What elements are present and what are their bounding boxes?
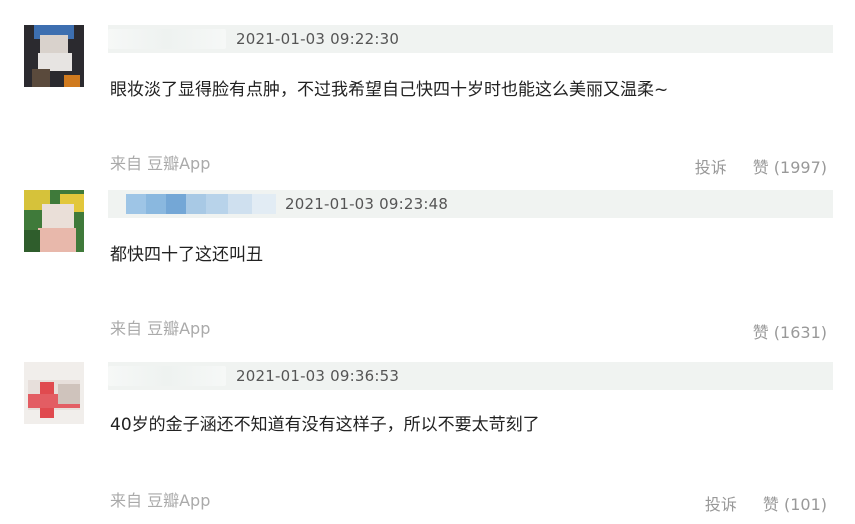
avatar[interactable] — [24, 362, 84, 424]
comment-source: 来自 豆瓣App — [110, 319, 211, 338]
comment-actions: 赞 (1631) — [753, 323, 827, 343]
comment-source: 来自 豆瓣App — [110, 154, 211, 173]
like-button[interactable]: 赞 (1631) — [753, 323, 827, 343]
username-blurred[interactable] — [108, 29, 226, 49]
comment-meta-bar: 2021-01-03 09:23:48 — [108, 190, 833, 218]
comment-text: 都快四十了这还叫丑 — [110, 245, 263, 265]
comment-meta-bar: 2021-01-03 09:22:30 — [108, 25, 833, 53]
username-blurred[interactable] — [126, 194, 276, 214]
comment-text: 40岁的金子涵还不知道有没有这样子，所以不要太苛刻了 — [110, 415, 540, 435]
comment-source: 来自 豆瓣App — [110, 491, 211, 510]
avatar[interactable] — [24, 190, 84, 252]
avatar[interactable] — [24, 25, 84, 87]
comment-text: 眼妆淡了显得脸有点肿，不过我希望自己快四十岁时也能这么美丽又温柔~ — [110, 80, 669, 100]
comment-meta-bar: 2021-01-03 09:36:53 — [108, 362, 833, 390]
comment-time: 2021-01-03 09:36:53 — [236, 367, 400, 385]
like-button[interactable]: 赞 (1997) — [753, 158, 827, 178]
like-button[interactable]: 赞 (101) — [763, 495, 827, 515]
report-button[interactable]: 投诉 — [705, 495, 737, 515]
comment-time: 2021-01-03 09:23:48 — [285, 195, 449, 213]
report-button[interactable]: 投诉 — [695, 158, 727, 178]
comment-actions: 投诉 赞 (101) — [705, 495, 827, 515]
username-blurred[interactable] — [108, 366, 226, 386]
comment-actions: 投诉 赞 (1997) — [695, 158, 827, 178]
comment-time: 2021-01-03 09:22:30 — [236, 30, 400, 48]
